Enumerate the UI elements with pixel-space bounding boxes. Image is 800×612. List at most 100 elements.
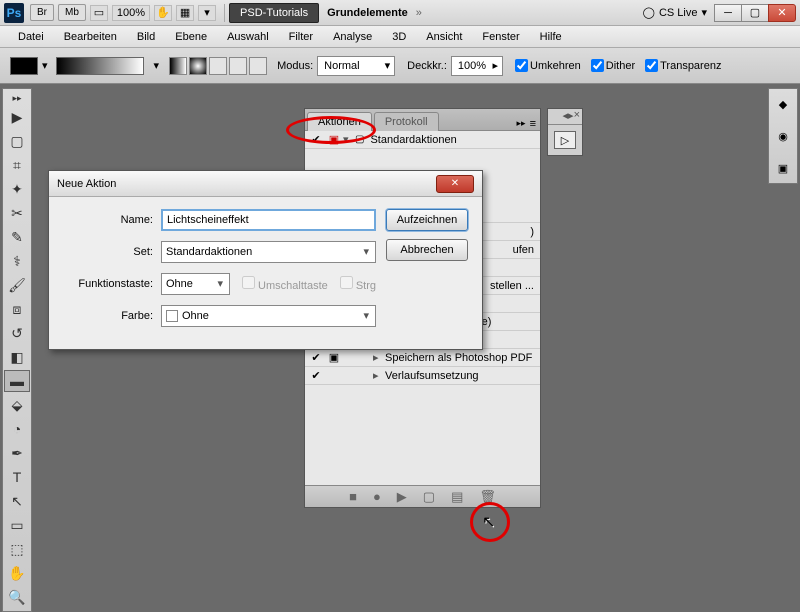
tools-panel: ▸▸ ▶ ▢ ⌗ ✦ ✂ ✎ ⚕ 🖌 ⧈ ↺ ◧ ▬ ⬙ ◔ ✒ T ↖ ▭ ⬚… xyxy=(2,88,32,612)
fkey-select[interactable]: Ohne xyxy=(161,273,230,295)
menu-analyse[interactable]: Analyse xyxy=(323,28,382,46)
extras-icon[interactable]: ▾ xyxy=(198,5,216,21)
adjustments-panel-icon[interactable]: ▣ xyxy=(772,157,794,179)
path-select-tool[interactable]: ↖ xyxy=(4,490,30,512)
menu-filter[interactable]: Filter xyxy=(279,28,323,46)
menu-ansicht[interactable]: Ansicht xyxy=(416,28,472,46)
main-menubar: Datei Bearbeiten Bild Ebene Auswahl Filt… xyxy=(0,26,800,48)
gradient-preview[interactable] xyxy=(56,57,144,75)
photoshop-logo-icon: Ps xyxy=(4,3,24,23)
cslive-button[interactable]: CS Live xyxy=(659,7,698,19)
menu-3d[interactable]: 3D xyxy=(382,28,416,46)
menu-ebene[interactable]: Ebene xyxy=(165,28,217,46)
name-label: Name: xyxy=(63,214,161,226)
pen-tool[interactable]: ✒ xyxy=(4,442,30,464)
deckkr-input[interactable]: 100%▸ xyxy=(451,56,503,76)
marquee-tool[interactable]: ▢ xyxy=(4,130,30,152)
document-tab[interactable]: PSD-Tutorials xyxy=(229,3,319,23)
set-select[interactable]: Standardaktionen xyxy=(161,241,376,263)
record-icon[interactable]: ● xyxy=(373,489,381,504)
color-select[interactable]: Ohne xyxy=(161,305,376,327)
move-tool[interactable]: ▶ xyxy=(4,106,30,128)
diamond-gradient-icon[interactable] xyxy=(249,57,267,75)
new-action-icon[interactable]: ▤ xyxy=(451,489,463,505)
tab-protokoll[interactable]: Protokoll xyxy=(374,112,439,131)
wand-tool[interactable]: ✦ xyxy=(4,178,30,200)
stop-icon[interactable]: ■ xyxy=(349,489,357,504)
panel-collapse-icon[interactable]: ◂▸ xyxy=(563,109,574,124)
new-folder-icon[interactable]: ▢ xyxy=(423,489,435,505)
button-mode-panel: ◂▸ × ▷ xyxy=(547,108,583,156)
linear-gradient-icon[interactable] xyxy=(169,57,187,75)
shift-label: Umschalttaste xyxy=(258,280,328,292)
screen-mode-icon[interactable]: ▭ xyxy=(90,5,108,21)
hand-tool[interactable]: ✋ xyxy=(4,562,30,584)
reflected-gradient-icon[interactable] xyxy=(229,57,247,75)
radial-gradient-icon[interactable] xyxy=(189,57,207,75)
action-folder-row[interactable]: ✔▣ ▾ ▢ Standardaktionen xyxy=(305,131,540,149)
trash-icon[interactable]: 🗑 xyxy=(479,489,496,505)
minibridge-button[interactable]: Mb xyxy=(58,4,86,21)
eyedropper-tool[interactable]: ✎ xyxy=(4,226,30,248)
tab-aktionen[interactable]: Aktionen xyxy=(307,112,372,131)
healing-tool[interactable]: ⚕ xyxy=(4,250,30,272)
menu-fenster[interactable]: Fenster xyxy=(472,28,529,46)
menu-auswahl[interactable]: Auswahl xyxy=(217,28,279,46)
modus-select[interactable]: Normal▾ xyxy=(317,56,395,76)
collapse-icon[interactable]: ▸▸ xyxy=(4,92,30,104)
zoom-dropdown[interactable]: 100% xyxy=(112,5,150,21)
dodge-tool[interactable]: ◔ xyxy=(4,418,30,440)
umkehren-checkbox[interactable] xyxy=(515,59,528,72)
chevron-right-icon[interactable]: » xyxy=(416,7,422,19)
stamp-tool[interactable]: ⧈ xyxy=(4,298,30,320)
angle-gradient-icon[interactable] xyxy=(209,57,227,75)
arrange-icon[interactable]: ▦ xyxy=(176,5,194,21)
shape-tool[interactable]: ▭ xyxy=(4,514,30,536)
name-input[interactable] xyxy=(161,209,376,231)
maximize-button[interactable]: ▢ xyxy=(741,4,769,22)
panel-close-icon[interactable]: × xyxy=(574,109,580,124)
ctrl-checkbox xyxy=(340,276,353,289)
brush-tool[interactable]: 🖌 xyxy=(4,274,30,296)
lasso-tool[interactable]: ⌗ xyxy=(4,154,30,176)
3d-tool[interactable]: ⬚ xyxy=(4,538,30,560)
workspace-switcher[interactable]: Grundelemente xyxy=(327,7,408,19)
dither-label: Dither xyxy=(606,60,635,72)
color-panel-icon[interactable]: ◆ xyxy=(772,93,794,115)
tool-preset-icon[interactable] xyxy=(10,57,38,75)
menu-bild[interactable]: Bild xyxy=(127,28,165,46)
type-tool[interactable]: T xyxy=(4,466,30,488)
action-row[interactable]: ✔▸ Verlaufsumsetzung xyxy=(305,367,540,385)
shift-checkbox xyxy=(242,276,255,289)
eraser-tool[interactable]: ◧ xyxy=(4,346,30,368)
bridge-button[interactable]: Br xyxy=(30,4,54,21)
dialog-close-button[interactable]: ✕ xyxy=(436,175,474,193)
dialog-title-text: Neue Aktion xyxy=(57,178,116,190)
panel-collapse-icon[interactable]: ▸▸ xyxy=(517,118,526,130)
crop-tool[interactable]: ✂ xyxy=(4,202,30,224)
transparenz-checkbox[interactable] xyxy=(645,59,658,72)
record-button[interactable]: Aufzeichnen xyxy=(386,209,468,231)
history-brush-tool[interactable]: ↺ xyxy=(4,322,30,344)
new-action-dialog: Neue Aktion ✕ Name: Set: Standardaktione… xyxy=(48,170,483,350)
blur-tool[interactable]: ⬙ xyxy=(4,394,30,416)
cslive-icon[interactable]: ◯ xyxy=(643,6,655,19)
minimize-button[interactable]: ─ xyxy=(714,4,742,22)
dialog-titlebar[interactable]: Neue Aktion ✕ xyxy=(49,171,482,197)
hand-icon[interactable]: ✋ xyxy=(154,5,172,21)
close-button[interactable]: ✕ xyxy=(768,4,796,22)
panel-menu-icon[interactable]: ≡ xyxy=(530,118,536,130)
play-icon[interactable]: ▶ xyxy=(397,489,407,505)
zoom-tool[interactable]: 🔍 xyxy=(4,586,30,608)
cancel-button[interactable]: Abbrechen xyxy=(386,239,468,261)
chevron-down-icon[interactable]: ▾ xyxy=(701,6,707,19)
action-row[interactable]: ✔▣▸ Speichern als Photoshop PDF xyxy=(305,349,540,367)
menu-hilfe[interactable]: Hilfe xyxy=(530,28,572,46)
dither-checkbox[interactable] xyxy=(591,59,604,72)
play-button[interactable]: ▷ xyxy=(554,131,576,149)
gradient-tool[interactable]: ▬ xyxy=(4,370,30,392)
menu-bearbeiten[interactable]: Bearbeiten xyxy=(54,28,127,46)
swatches-panel-icon[interactable]: ◉ xyxy=(772,125,794,147)
menu-datei[interactable]: Datei xyxy=(8,28,54,46)
color-label: Farbe: xyxy=(63,310,161,322)
